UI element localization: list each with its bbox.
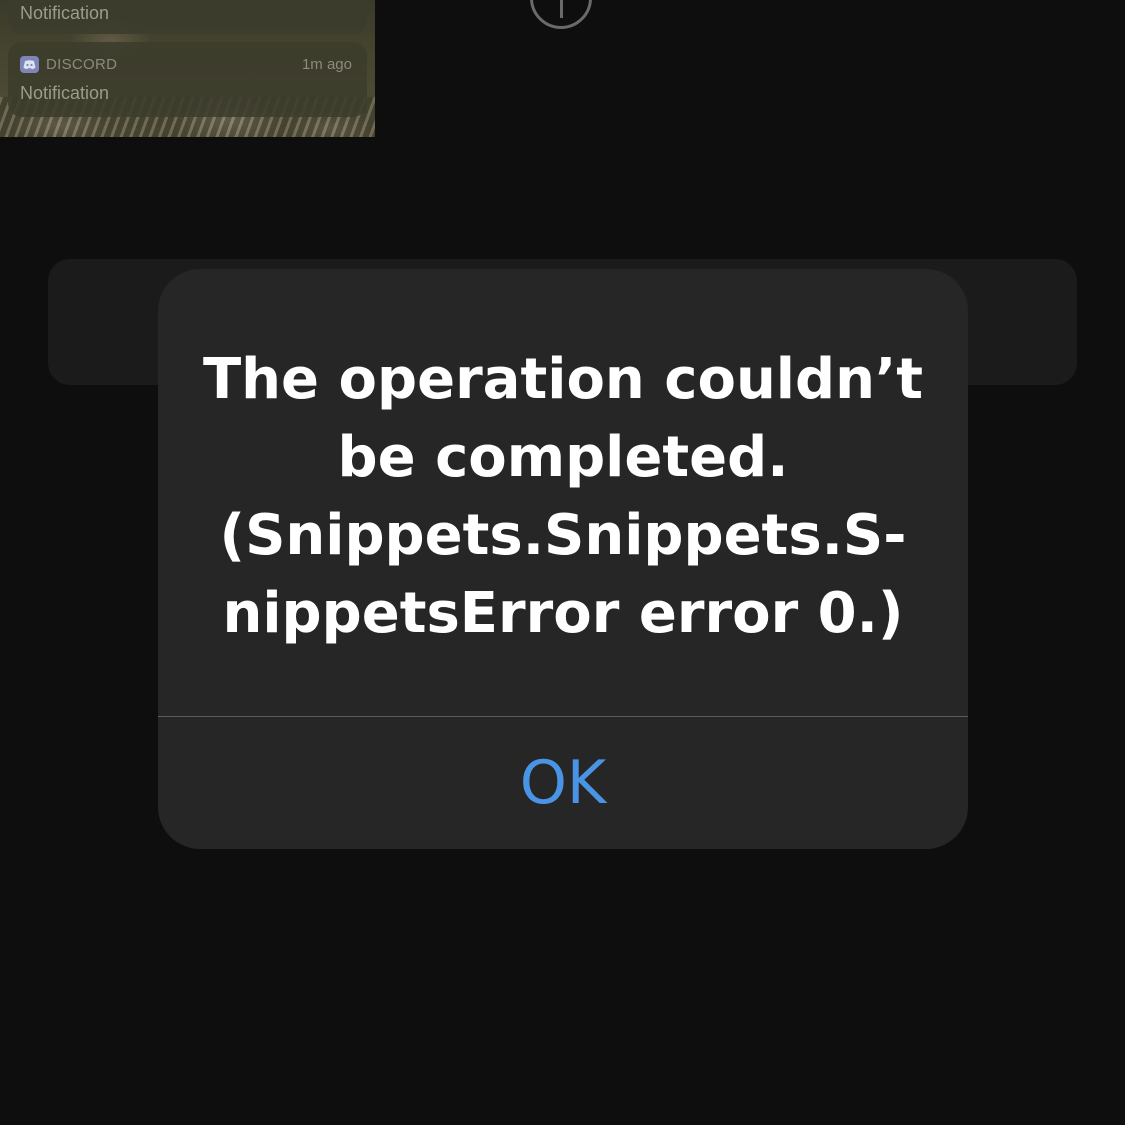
notification-preview: Notification DISCORD 1m ago Notification [0, 0, 375, 137]
alert-message: The operation couldn’t be completed. (Sn… [202, 347, 923, 646]
notification-card-discord[interactable]: DISCORD 1m ago Notification [8, 42, 367, 117]
discord-icon [20, 56, 39, 73]
plus-icon[interactable] [530, 0, 592, 29]
notification-body: Notification [20, 3, 110, 23]
alert-dialog: The operation couldn’t be completed. (Sn… [158, 269, 968, 849]
notification-app: DISCORD [20, 56, 117, 73]
notification-body: Notification [20, 83, 110, 103]
notification-card[interactable]: Notification [8, 0, 367, 34]
screen: Notification DISCORD 1m ago Notification… [0, 0, 1125, 1125]
notification-app-name: DISCORD [46, 56, 118, 73]
ok-button[interactable]: OK [158, 717, 968, 849]
notification-time: 1m ago [301, 56, 352, 73]
